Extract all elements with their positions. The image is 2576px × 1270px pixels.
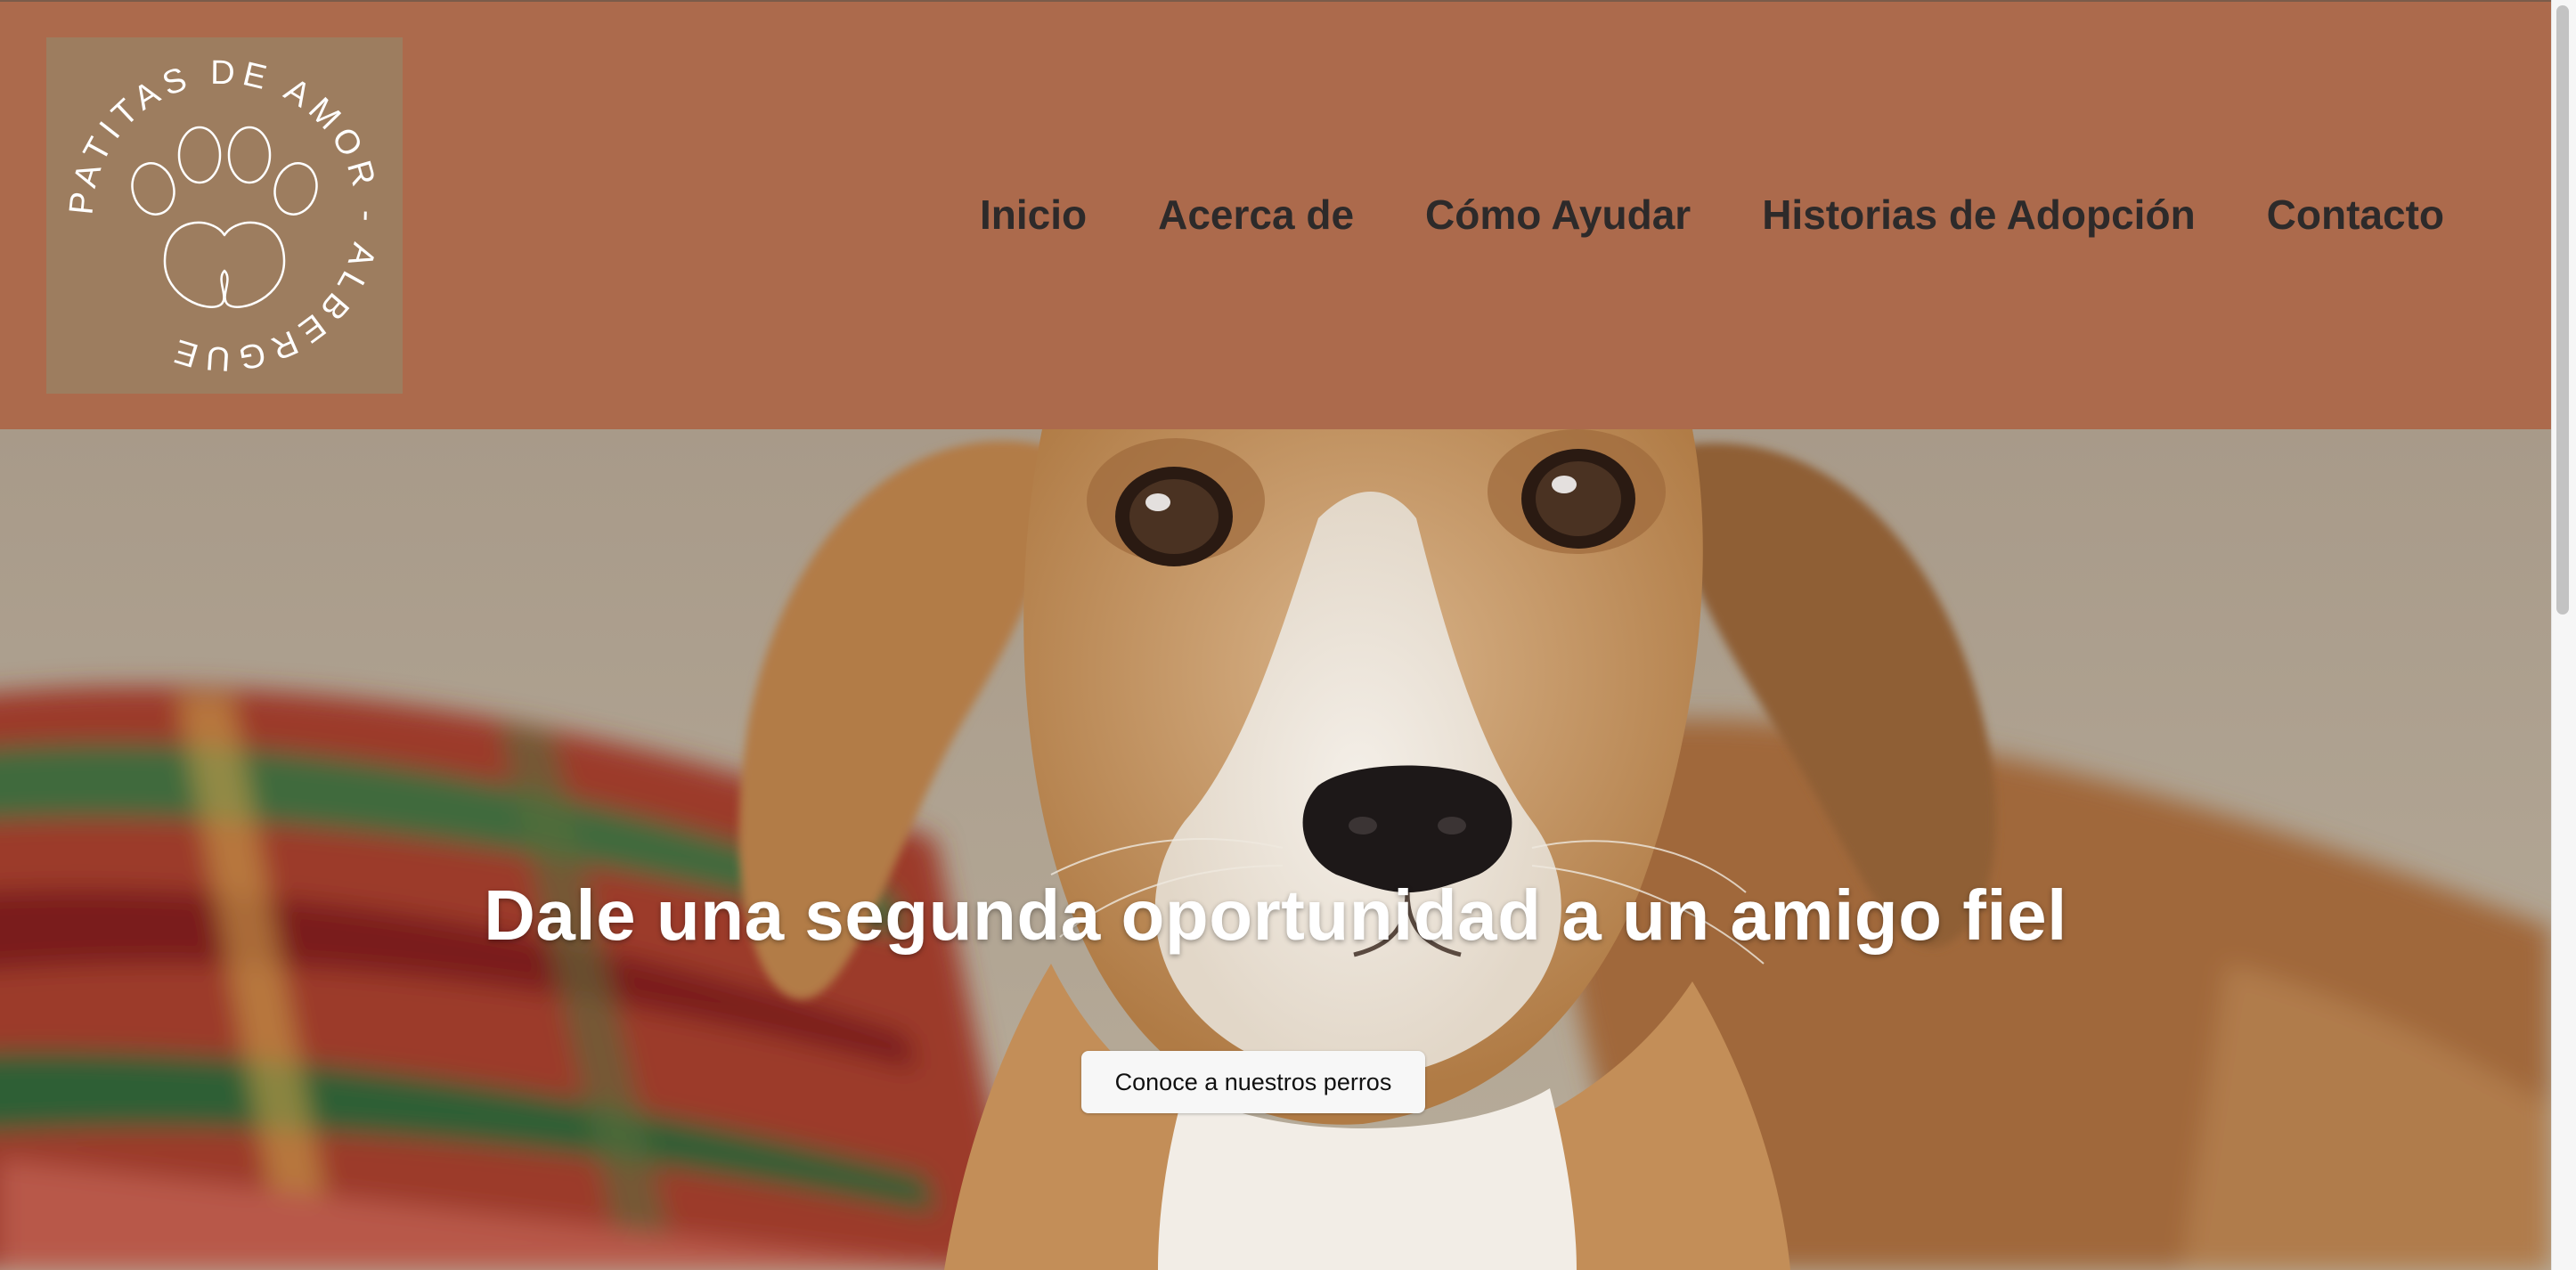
site-header: PATITAS DE AMOR - ALBERGUE PATITAS DE AM… bbox=[0, 2, 2551, 429]
main-nav: Inicio Acerca de Cómo Ayudar Historias d… bbox=[980, 191, 2444, 239]
nav-historias-de-adopcion[interactable]: Historias de Adopción bbox=[1762, 191, 2195, 239]
nav-contacto[interactable]: Contacto bbox=[2267, 191, 2444, 239]
meet-our-dogs-button[interactable]: Conoce a nuestros perros bbox=[1081, 1051, 1425, 1113]
svg-text:PATITAS DE AMOR - ALBERGUE: PATITAS DE AMOR - ALBERGUE bbox=[62, 54, 386, 378]
hero-section: Dale una segunda oportunidad a un amigo … bbox=[0, 429, 2551, 1270]
nav-como-ayudar[interactable]: Cómo Ayudar bbox=[1425, 191, 1691, 239]
site-logo[interactable]: PATITAS DE AMOR - ALBERGUE PATITAS DE AM… bbox=[46, 37, 403, 394]
nav-inicio[interactable]: Inicio bbox=[980, 191, 1087, 239]
scrollbar-thumb[interactable] bbox=[2556, 5, 2569, 615]
page: PATITAS DE AMOR - ALBERGUE PATITAS DE AM… bbox=[0, 0, 2576, 1270]
nav-acerca-de[interactable]: Acerca de bbox=[1158, 191, 1354, 239]
dog-photo bbox=[0, 429, 2551, 1270]
paw-heart-icon: PATITAS DE AMOR - ALBERGUE bbox=[62, 54, 386, 378]
hero-title: Dale una segunda oportunidad a un amigo … bbox=[484, 875, 2067, 955]
